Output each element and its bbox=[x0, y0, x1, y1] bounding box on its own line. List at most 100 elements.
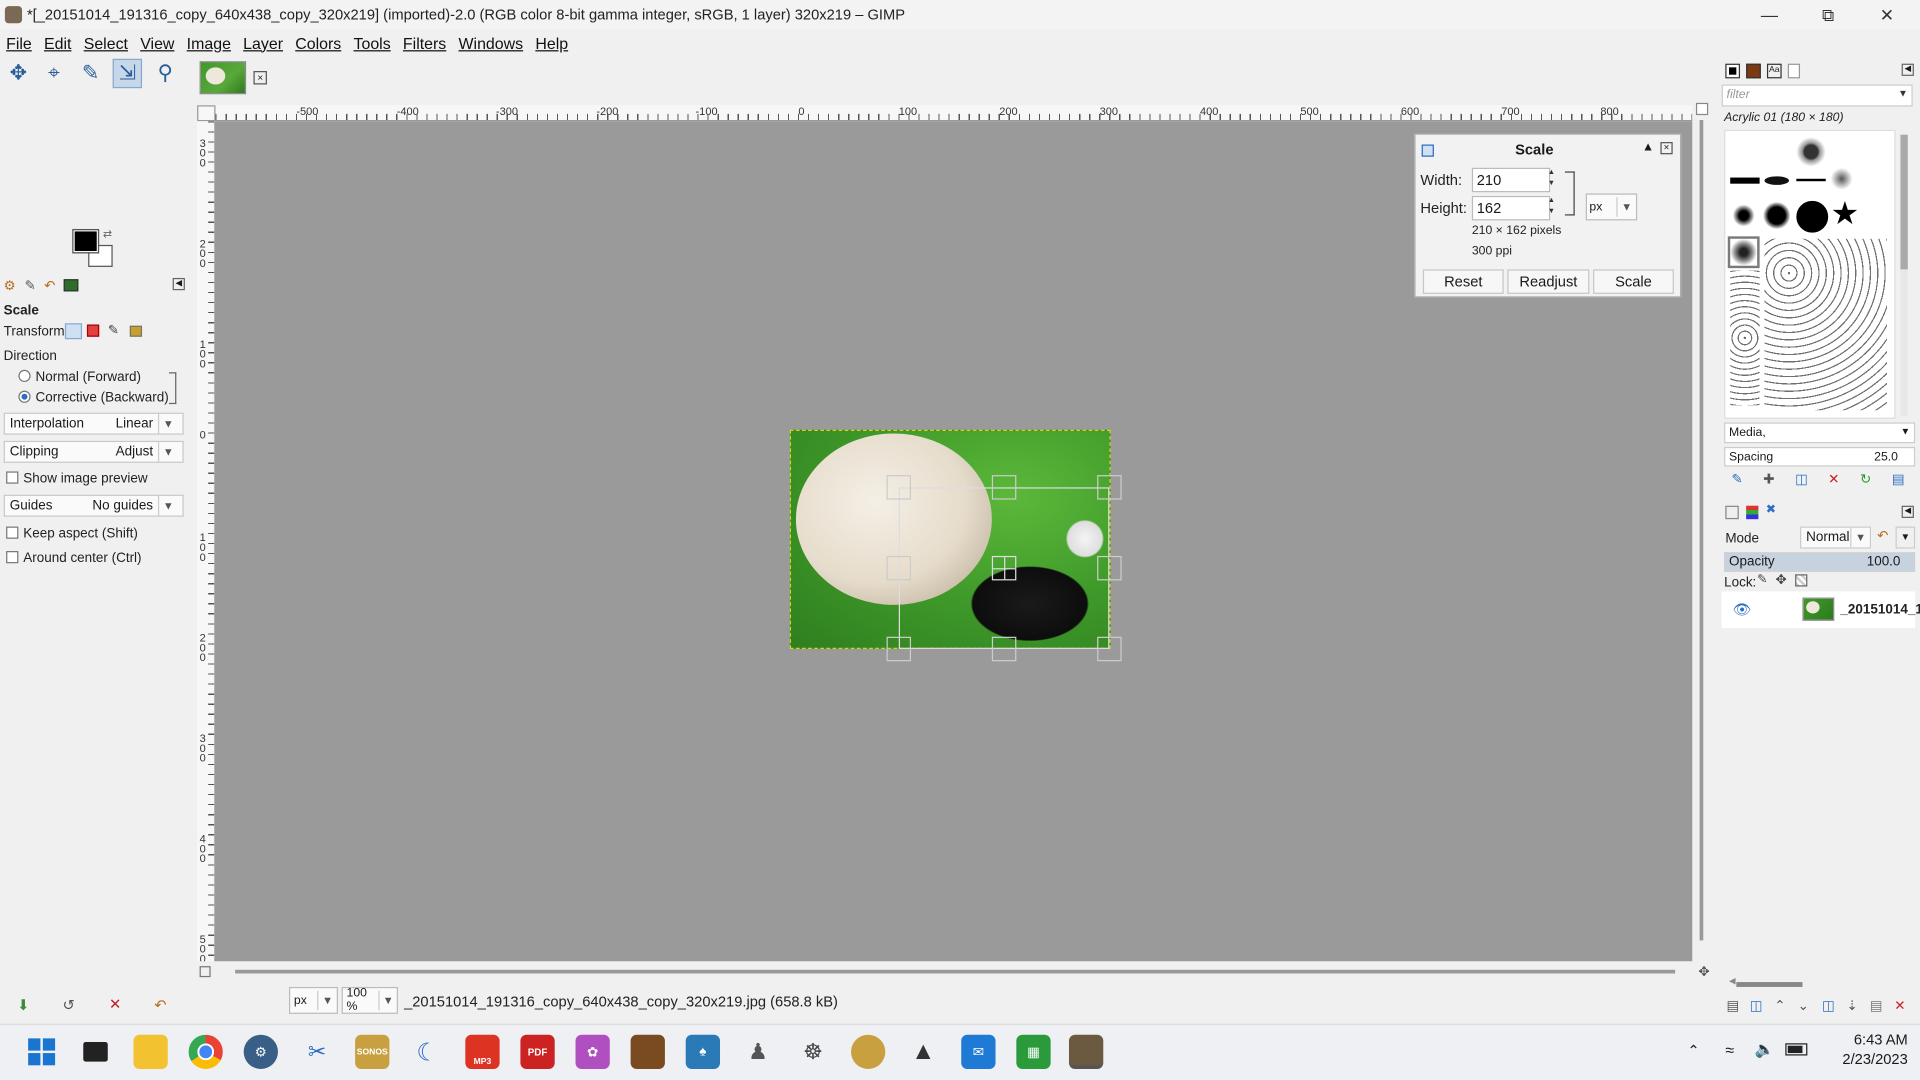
fonts-tab-icon[interactable]: Aa bbox=[1766, 63, 1782, 79]
unit-select[interactable]: px ▼ bbox=[1585, 193, 1638, 221]
height-input[interactable]: 162 bbox=[1471, 195, 1551, 221]
pdf-app-icon[interactable]: PDF bbox=[520, 1034, 555, 1069]
task-view-icon[interactable] bbox=[78, 1035, 112, 1069]
gimp-taskbar-icon[interactable] bbox=[1068, 1034, 1104, 1069]
wifi-icon[interactable]: ≈ bbox=[1725, 1041, 1734, 1059]
reset-options-icon[interactable]: ↶ bbox=[154, 997, 166, 1014]
transform-image-icon[interactable] bbox=[129, 325, 143, 337]
clipping-select[interactable]: Clipping Adjust ▼ bbox=[3, 440, 184, 463]
close-dialog-icon[interactable]: × bbox=[1660, 142, 1673, 155]
layer-mask-icon[interactable]: ▤ bbox=[1870, 998, 1883, 1014]
duplicate-layer-icon[interactable]: ◫ bbox=[1822, 998, 1835, 1014]
new-layer-icon[interactable]: ◫ bbox=[1750, 998, 1763, 1014]
menu-windows[interactable]: Windows bbox=[452, 34, 529, 52]
restore-button[interactable]: ⧉ bbox=[1800, 0, 1856, 29]
card-game-icon[interactable]: ♠ bbox=[685, 1034, 721, 1069]
status-unit-select[interactable]: px ▼ bbox=[288, 986, 338, 1014]
start-icon[interactable] bbox=[24, 1035, 58, 1069]
guides-select[interactable]: Guides No guides ▼ bbox=[3, 494, 184, 517]
around-center-checkbox[interactable]: Around center (Ctrl) bbox=[6, 551, 142, 566]
transform-handle[interactable] bbox=[886, 555, 912, 581]
sonos-icon[interactable]: SONOS bbox=[355, 1034, 390, 1069]
device-status-tab-icon[interactable]: ✎ bbox=[24, 278, 35, 294]
quick-mask-toggle[interactable] bbox=[199, 966, 211, 978]
transform-selection-icon[interactable] bbox=[86, 324, 100, 337]
transform-handle[interactable] bbox=[1097, 555, 1122, 581]
menu-colors[interactable]: Colors bbox=[289, 34, 347, 52]
refresh-brushes-icon[interactable]: ↻ bbox=[1860, 471, 1871, 488]
lock-pixels-icon[interactable]: ✎ bbox=[1757, 573, 1767, 586]
hat-app-icon[interactable]: ▲ bbox=[906, 1035, 940, 1069]
reset-button[interactable]: Reset bbox=[1422, 269, 1504, 294]
lock-alpha-icon[interactable] bbox=[1795, 574, 1808, 587]
transform-handle[interactable] bbox=[991, 636, 1017, 662]
width-input[interactable]: 210 bbox=[1471, 167, 1551, 193]
scale-button[interactable]: Scale bbox=[1593, 269, 1674, 294]
cat-app-icon[interactable]: ☸ bbox=[796, 1035, 830, 1069]
fg-bg-colors[interactable]: ⇄ bbox=[72, 228, 115, 269]
lock-position-icon[interactable]: ✥ bbox=[1776, 572, 1787, 588]
new-brush-icon[interactable]: ✚ bbox=[1763, 471, 1774, 488]
archive-app-icon[interactable] bbox=[630, 1034, 665, 1069]
ruler-corner[interactable] bbox=[197, 105, 216, 122]
chrome-icon[interactable] bbox=[188, 1034, 223, 1069]
transform-handle[interactable] bbox=[1097, 636, 1122, 662]
undo-history-tab-icon[interactable]: ↶ bbox=[44, 278, 55, 294]
transform-layer-icon[interactable] bbox=[64, 323, 83, 340]
menu-layer[interactable]: Layer bbox=[237, 34, 289, 52]
transform-path-icon[interactable]: ✎ bbox=[108, 322, 119, 338]
brush-grid[interactable]: ★ bbox=[1724, 129, 1896, 419]
new-layer-group-icon[interactable]: ▤ bbox=[1727, 998, 1740, 1014]
transform-handle[interactable] bbox=[991, 475, 1017, 500]
brush-scrollbar[interactable] bbox=[1900, 134, 1908, 417]
zoom-select[interactable]: 100 % ▼ bbox=[341, 986, 398, 1014]
move-tool-icon[interactable]: ✥ bbox=[4, 59, 33, 88]
show-preview-checkbox[interactable]: Show image preview bbox=[6, 471, 148, 486]
layer-row[interactable]: 👁 _20151014_1 bbox=[1721, 591, 1920, 629]
paths-tab-icon[interactable]: ✖ bbox=[1766, 503, 1776, 516]
transform-center-handle[interactable] bbox=[991, 555, 1017, 581]
opacity-slider[interactable]: Opacity 100.0 bbox=[1724, 552, 1916, 572]
direction-forward-radio[interactable]: Normal (Forward) bbox=[18, 369, 141, 384]
images-tab-icon[interactable] bbox=[63, 279, 79, 292]
delete-layer-icon[interactable]: ✕ bbox=[1894, 998, 1905, 1014]
composite-select[interactable]: ▼ bbox=[1895, 526, 1916, 549]
vertical-ruler[interactable]: 3 0 0 2 0 0 1 0 0 0 1 0 0 2 0 0 3 0 0 4 … bbox=[197, 121, 216, 962]
width-spinner[interactable]: ▲ ▼ bbox=[1548, 168, 1559, 192]
menu-select[interactable]: Select bbox=[78, 34, 134, 52]
app-icon[interactable]: ☾ bbox=[410, 1035, 444, 1069]
menu-tools[interactable]: Tools bbox=[347, 34, 396, 52]
keep-aspect-checkbox[interactable]: Keep aspect (Shift) bbox=[6, 526, 138, 541]
patterns-tab-icon[interactable] bbox=[1746, 63, 1761, 79]
mode-select[interactable]: Normal ▼ bbox=[1800, 526, 1872, 549]
open-brush-icon[interactable]: ▤ bbox=[1892, 471, 1905, 488]
layers-hscroll[interactable]: ◀ bbox=[1729, 977, 1913, 988]
eye-icon[interactable]: 👁 bbox=[1733, 601, 1752, 618]
transform-handle[interactable] bbox=[886, 636, 912, 662]
brush-tag-select[interactable]: Media, ▼ bbox=[1724, 422, 1916, 444]
snipping-tool-icon[interactable]: ✂ bbox=[300, 1035, 334, 1069]
merge-layer-icon[interactable]: ⇣ bbox=[1847, 998, 1858, 1014]
show-hidden-icons-chevron[interactable]: ⌃ bbox=[1687, 1042, 1699, 1059]
edit-brush-icon[interactable]: ✎ bbox=[1731, 471, 1742, 488]
panel-menu-icon[interactable]: ◀ bbox=[172, 277, 185, 291]
close-tab-icon[interactable]: × bbox=[253, 71, 267, 85]
clock[interactable]: 6:43 AM 2/23/2023 bbox=[1822, 1030, 1907, 1069]
reset-mode-icon[interactable]: ↶ bbox=[1877, 528, 1888, 544]
swap-colors-icon[interactable]: ⇄ bbox=[103, 228, 112, 241]
lower-layer-icon[interactable]: ⌄ bbox=[1798, 998, 1809, 1014]
warp-tool-icon[interactable]: ✎ bbox=[76, 59, 105, 88]
menu-filters[interactable]: Filters bbox=[397, 34, 453, 52]
duplicate-brush-icon[interactable]: ◫ bbox=[1795, 471, 1808, 488]
menu-view[interactable]: View bbox=[134, 34, 180, 52]
mp3-app-icon[interactable]: MP3 bbox=[465, 1034, 500, 1069]
interpolation-select[interactable]: Interpolation Linear ▼ bbox=[3, 412, 184, 435]
panel-menu-icon[interactable]: ◀ bbox=[1901, 63, 1914, 76]
raise-layer-icon[interactable]: ⌃ bbox=[1774, 998, 1785, 1014]
zoom-tool-icon[interactable]: ⚲ bbox=[151, 59, 180, 88]
horizontal-scrollbar[interactable] bbox=[215, 963, 1693, 979]
layers-tab-icon[interactable] bbox=[1725, 505, 1739, 520]
battery-icon[interactable] bbox=[1785, 1043, 1808, 1056]
brush-spacing-slider[interactable]: Spacing 25.0 bbox=[1724, 446, 1916, 467]
horizontal-ruler[interactable]: -500 -400 -300 -200 -100 0 100 200 300 4… bbox=[215, 105, 1693, 122]
